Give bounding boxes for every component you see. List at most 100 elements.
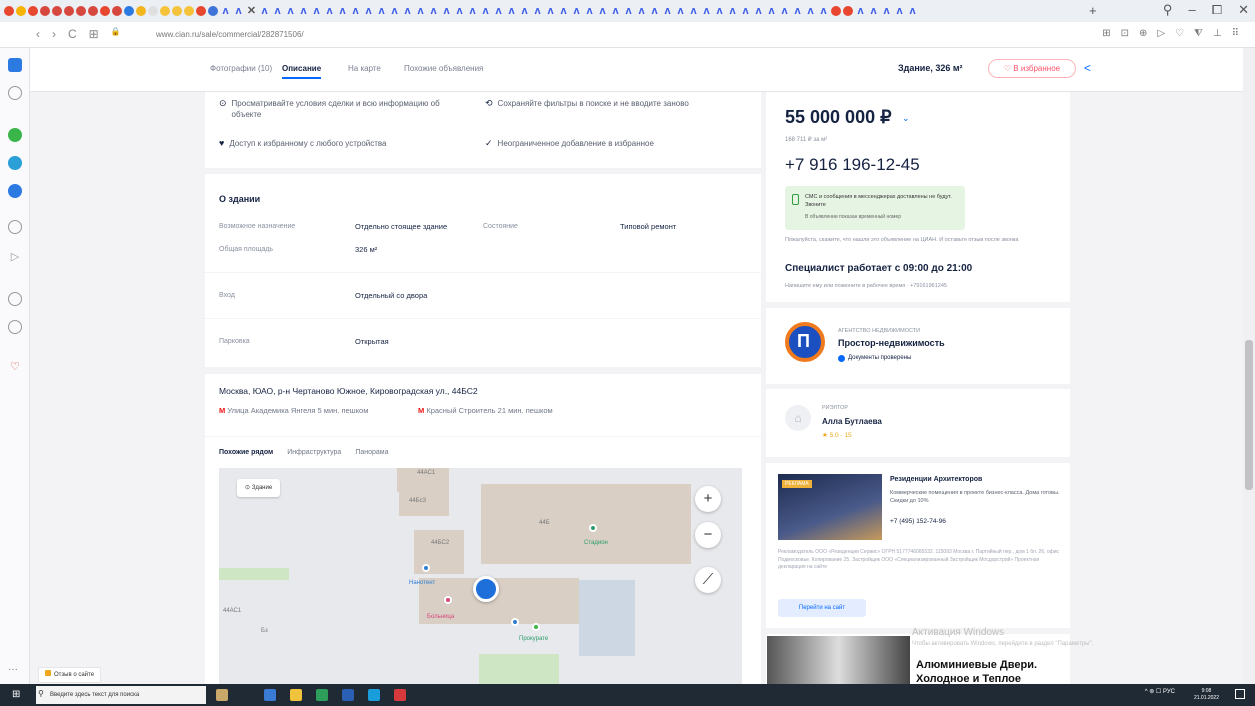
cian-tab-icon[interactable]: ʌ: [714, 4, 725, 18]
settings-icon[interactable]: [8, 320, 22, 334]
edge-icon[interactable]: [368, 689, 380, 701]
tab-favicon[interactable]: [184, 6, 194, 16]
address-text[interactable]: Москва, ЮАО, р-н Чертаново Южное, Кирово…: [219, 386, 478, 396]
taskbar-search-input[interactable]: Введите здесь текст для поиска: [36, 686, 206, 704]
ruler-button[interactable]: ⟋: [695, 567, 721, 593]
reload-button[interactable]: C: [68, 27, 77, 41]
cian-tab-icon[interactable]: ʌ: [855, 4, 866, 18]
messenger-icon[interactable]: [8, 184, 22, 198]
tab-favicon[interactable]: [843, 6, 853, 16]
cian-tab-icon[interactable]: ʌ: [584, 4, 595, 18]
cian-tab-icon[interactable]: ʌ: [907, 4, 918, 18]
tab-favicon[interactable]: [172, 6, 182, 16]
forward-button[interactable]: ›: [52, 27, 56, 41]
tab-favicon[interactable]: [16, 6, 26, 16]
cian-tab-icon[interactable]: ʌ: [519, 4, 530, 18]
new-tab-button[interactable]: +: [1089, 3, 1097, 18]
cian-tab-icon[interactable]: ʌ: [881, 4, 892, 18]
cian-tab-icon[interactable]: ʌ: [571, 4, 582, 18]
opera-taskbar-icon[interactable]: [394, 689, 406, 701]
ad-title[interactable]: Резиденции Архитекторов: [890, 476, 982, 483]
cian-tab-icon[interactable]: ʌ: [220, 4, 231, 18]
cian-tab-icon[interactable]: ʌ: [493, 4, 504, 18]
cian-tab-icon[interactable]: ʌ: [636, 4, 647, 18]
tab-favicon[interactable]: [208, 6, 218, 16]
toolbar-icon[interactable]: ⊡: [1121, 28, 1129, 39]
scrollbar-thumb[interactable]: [1245, 340, 1253, 490]
toolbar-icon[interactable]: ▷: [1157, 28, 1165, 39]
map-tab-infrastructure[interactable]: Инфраструктура: [287, 449, 341, 456]
cian-tab-icon[interactable]: ʌ: [649, 4, 660, 18]
cian-tab-icon[interactable]: ʌ: [480, 4, 491, 18]
tab-favicon[interactable]: [124, 6, 134, 16]
telegram-icon[interactable]: [8, 156, 22, 170]
cian-tab-icon[interactable]: ʌ: [727, 4, 738, 18]
word-icon[interactable]: [342, 689, 354, 701]
cian-tab-icon[interactable]: ʌ: [792, 4, 803, 18]
cian-tab-icon[interactable]: ʌ: [428, 4, 439, 18]
speed-dial-icon[interactable]: ⊞: [89, 27, 99, 41]
cian-tab-icon[interactable]: ʌ: [233, 4, 244, 18]
tab-favicon[interactable]: [28, 6, 38, 16]
cian-tab-icon[interactable]: ʌ: [259, 4, 270, 18]
tab-favicon[interactable]: [100, 6, 110, 16]
map-tab-panorama[interactable]: Панорама: [355, 449, 388, 456]
clock-icon[interactable]: [8, 292, 22, 306]
system-tray[interactable]: ^ ⊚ ☐ РУС: [1145, 688, 1175, 695]
page-scrollbar[interactable]: [1243, 48, 1255, 684]
add-to-favorites-button[interactable]: ♡ В избранное: [988, 59, 1076, 78]
taskbar-clock[interactable]: 9:08 21.01.2022: [1194, 688, 1219, 702]
toolbar-icon[interactable]: ⧨: [1194, 28, 1203, 39]
more-icon[interactable]: ···: [8, 664, 18, 675]
cian-tab-icon[interactable]: ʌ: [376, 4, 387, 18]
cian-tab-icon[interactable]: ʌ: [467, 4, 478, 18]
feedback-button[interactable]: Отзыв о сайте: [38, 667, 102, 683]
play-icon[interactable]: ▷: [8, 250, 22, 264]
cian-tab-icon[interactable]: ʌ: [311, 4, 322, 18]
cian-tab-icon[interactable]: ʌ: [545, 4, 556, 18]
agent-card[interactable]: [766, 389, 1070, 457]
metro-station[interactable]: M Красный Строитель 21 мин. пешком: [418, 406, 553, 415]
cian-tab-icon[interactable]: ʌ: [894, 4, 905, 18]
tab-favicon[interactable]: [40, 6, 50, 16]
map-layer-selector[interactable]: ⊙ Здание: [237, 479, 281, 497]
cian-tab-icon[interactable]: ʌ: [350, 4, 361, 18]
tab-favicon[interactable]: [196, 6, 206, 16]
zoom-in-button[interactable]: +: [695, 486, 721, 512]
cian-tab-icon[interactable]: ʌ: [441, 4, 452, 18]
tab-favicon[interactable]: [831, 6, 841, 16]
cian-tab-icon[interactable]: ʌ: [285, 4, 296, 18]
cian-tab-icon[interactable]: ʌ: [402, 4, 413, 18]
agent-name[interactable]: Алла Бутлаева: [822, 417, 882, 426]
cian-tab-icon[interactable]: ʌ: [389, 4, 400, 18]
tab-favicon[interactable]: [88, 6, 98, 16]
map-poi-pin[interactable]: [422, 564, 430, 572]
cian-tab-icon[interactable]: ʌ: [558, 4, 569, 18]
task-view-icon[interactable]: [264, 689, 276, 701]
zoom-out-button[interactable]: −: [695, 522, 721, 548]
cian-tab-icon[interactable]: ʌ: [662, 4, 673, 18]
map-poi-pin[interactable]: [511, 618, 519, 626]
agency-logo[interactable]: П: [785, 322, 825, 362]
minimize-button[interactable]: –: [1188, 2, 1195, 18]
workspace-icon[interactable]: [8, 58, 22, 72]
cian-tab-icon[interactable]: ʌ: [324, 4, 335, 18]
cian-tab-icon[interactable]: ʌ: [805, 4, 816, 18]
toolbar-icon[interactable]: ⊕: [1139, 28, 1147, 39]
toolbar-icon[interactable]: ♡: [1175, 28, 1184, 39]
ad2-title[interactable]: Алюминиевые Двери. Холодное и Теплое: [916, 658, 1066, 686]
tab-favicon[interactable]: [160, 6, 170, 16]
cian-tab-icon[interactable]: ʌ: [675, 4, 686, 18]
pin-icon[interactable]: ♡: [8, 360, 22, 374]
tab-favicon[interactable]: [112, 6, 122, 16]
whatsapp-icon[interactable]: [8, 128, 22, 142]
tab-similar[interactable]: Похожие объявления: [404, 64, 483, 73]
tab-map[interactable]: На карте: [348, 64, 381, 73]
toolbar-icon[interactable]: ⊞: [1102, 28, 1110, 39]
cian-tab-icon[interactable]: ʌ: [610, 4, 621, 18]
cian-tab-icon[interactable]: ʌ: [753, 4, 764, 18]
map-tab-similar[interactable]: Похожие рядом: [219, 449, 273, 456]
ad-image[interactable]: РЕКЛАМА: [778, 474, 882, 540]
cian-tab-icon[interactable]: ʌ: [272, 4, 283, 18]
cian-tab-icon[interactable]: ʌ: [779, 4, 790, 18]
